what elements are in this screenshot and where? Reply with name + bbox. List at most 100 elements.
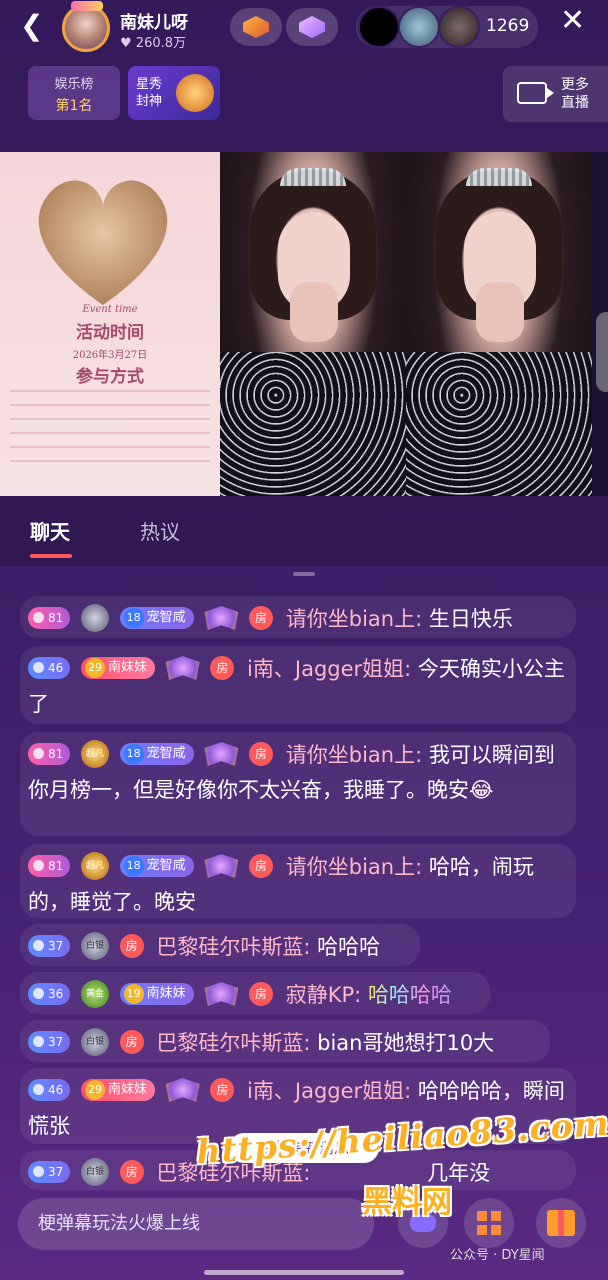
host-name[interactable]: 南妹儿呀 — [120, 8, 188, 33]
wing-badge-icon — [204, 742, 239, 766]
user-level-badge: 37 — [28, 935, 71, 957]
viewer-count: 1269 — [486, 16, 530, 36]
chaofan-badge: 超凡 — [80, 852, 109, 880]
poster-fine-print — [10, 390, 210, 470]
fan-club-badge: 29 南妹妹 — [80, 657, 155, 679]
chat-input[interactable]: 梗弹幕玩法火爆上线 — [18, 1198, 374, 1250]
viewer-avatar[interactable] — [358, 6, 400, 48]
lion-mascot-icon — [176, 74, 214, 112]
tab-discuss[interactable]: 热议 — [140, 516, 180, 545]
chat-message[interactable]: 37 白银 房 巴黎硅尔咔斯蓝: bian哥她想打10大 — [20, 1020, 550, 1062]
side-drawer-handle[interactable] — [596, 312, 608, 392]
user-level-badge: 81 — [28, 855, 71, 877]
close-button[interactable]: ✕ — [560, 6, 585, 36]
rank-badge[interactable] — [230, 8, 282, 46]
chat-message[interactable]: 81 超凡 18 宠智咸 房 请你坐bian上: 哈哈，闹玩的，睡觉了。晚安 — [20, 844, 576, 918]
drag-handle[interactable] — [293, 572, 315, 576]
heart-photo — [28, 170, 178, 310]
room-admin-badge: 房 — [249, 982, 274, 1006]
chat-username[interactable]: i南、Jagger姐姐: — [247, 657, 411, 681]
gift-button[interactable] — [536, 1198, 586, 1248]
watermark-site-name: 黑料网 — [362, 1185, 452, 1220]
silver-badge: 白银 — [80, 1158, 109, 1186]
diamond-icon — [299, 16, 325, 38]
fan-club-badge: 18 宠智咸 — [119, 743, 194, 765]
chat-username[interactable]: 请你坐bian上: — [286, 743, 422, 767]
host-fans-value: 260.8万 — [135, 36, 187, 51]
wing-badge-icon — [165, 656, 200, 680]
user-level-badge: 37 — [28, 1031, 71, 1053]
user-level-badge: 81 — [28, 743, 71, 765]
wing-badge-icon — [165, 1078, 200, 1102]
diamond-badge[interactable] — [286, 8, 338, 46]
ranking-position: 第1名 — [55, 98, 93, 114]
tiara-icon — [466, 168, 532, 186]
chat-message[interactable]: 36 黄金 19 南妹妹 房 寂静KP: 哈哈哈哈 — [20, 972, 490, 1014]
viewer-avatar[interactable] — [398, 6, 440, 48]
user-level-badge: 36 — [28, 983, 71, 1005]
apps-button[interactable] — [464, 1198, 514, 1248]
chat-username[interactable]: 寂静KP: — [286, 983, 362, 1007]
event-poster: Event time 活动时间 2026年3月27日 参与方式 — [0, 152, 220, 496]
wing-badge-icon — [204, 606, 239, 630]
user-level-badge: 46 — [28, 1079, 71, 1101]
star-gem-icon — [243, 16, 269, 38]
chat-username[interactable]: 请你坐bian上: — [286, 855, 422, 879]
streamer-portrait-right — [406, 152, 592, 496]
host-avatar[interactable] — [62, 1, 110, 52]
tiara-icon — [280, 168, 346, 186]
tab-bar: 聊天 热议 — [0, 496, 608, 566]
user-level-badge: 37 — [28, 1161, 71, 1183]
chat-message[interactable]: 37 白银 房 巴黎硅尔咔斯蓝: 哈哈哈 — [20, 924, 420, 966]
viewer-avatar[interactable] — [438, 6, 480, 48]
chat-username[interactable]: 请你坐bian上: — [286, 607, 422, 631]
poster-script: Event time — [82, 304, 138, 315]
header: ❮ 南妹儿呀 ♥ 260.8万 1269 ✕ — [0, 0, 608, 56]
chaofan-badge: 超凡 — [80, 740, 109, 768]
more-live-label: 更多直播 — [561, 77, 589, 111]
poster-heading: 活动时间 — [76, 323, 144, 343]
viewer-list[interactable]: 1269 — [356, 6, 538, 48]
wing-badge-icon — [204, 854, 239, 878]
room-admin-badge: 房 — [119, 1030, 144, 1054]
room-admin-badge: 房 — [249, 606, 274, 630]
tab-chat[interactable]: 聊天 — [30, 516, 70, 545]
home-indicator[interactable] — [204, 1270, 404, 1275]
room-admin-badge: 房 — [249, 854, 274, 878]
gold-badge: 黄金 — [80, 980, 109, 1008]
chat-text: bian哥她想打10大 — [317, 1031, 495, 1055]
chat-text-rainbow: 哈哈哈哈 — [367, 983, 452, 1007]
fan-club-badge: 19 南妹妹 — [119, 983, 194, 1005]
host-fans: ♥ 260.8万 — [120, 36, 187, 51]
back-button[interactable]: ❮ — [20, 12, 43, 40]
fan-club-badge: 18 宠智咸 — [119, 855, 194, 877]
more-live-button[interactable]: 更多直播 — [503, 66, 608, 122]
chat-message[interactable]: 46 29 南妹妹 房 i南、Jagger姐姐: 今天确实小公主了 — [20, 646, 576, 724]
hand — [290, 282, 338, 342]
ranking-label: 娱乐榜 — [54, 77, 94, 92]
gift-icon — [547, 1210, 575, 1236]
chat-message[interactable]: 81 超凡 18 宠智咸 房 请你坐bian上: 我可以瞬间到你月榜一，但是好像你… — [20, 732, 576, 836]
room-admin-badge: 房 — [210, 1078, 235, 1102]
wing-badge-icon — [204, 982, 239, 1006]
chat-username[interactable]: 巴黎硅尔咔斯蓝: — [156, 935, 310, 959]
chat-message[interactable]: 81 18 宠智咸 房 请你坐bian上: 生日快乐 — [20, 596, 576, 638]
chat-username[interactable]: 巴黎硅尔咔斯蓝: — [156, 1031, 310, 1055]
streamer-portrait-left — [220, 152, 406, 496]
ranking-card[interactable]: 娱乐榜 第1名 — [28, 66, 120, 120]
honor-badge-icon — [80, 604, 109, 632]
video-stream[interactable]: Event time 活动时间 2026年3月27日 参与方式 — [0, 152, 608, 496]
chat-text: 生日快乐 — [428, 607, 513, 631]
room-admin-badge: 房 — [119, 1160, 144, 1184]
active-tab-indicator — [30, 554, 72, 558]
silver-badge: 白银 — [80, 932, 109, 960]
star-show-label: 星秀封神 — [136, 77, 163, 109]
hand — [476, 282, 524, 342]
room-admin-badge: 房 — [119, 934, 144, 958]
poster-date: 2026年3月27日 — [72, 350, 148, 361]
star-show-card[interactable]: 星秀封神 — [128, 66, 220, 120]
poster-method: 参与方式 — [76, 367, 144, 387]
chat-username[interactable]: i南、Jagger姐姐: — [247, 1079, 411, 1103]
user-level-badge: 81 — [28, 607, 71, 629]
fan-club-badge: 18 宠智咸 — [119, 607, 194, 629]
